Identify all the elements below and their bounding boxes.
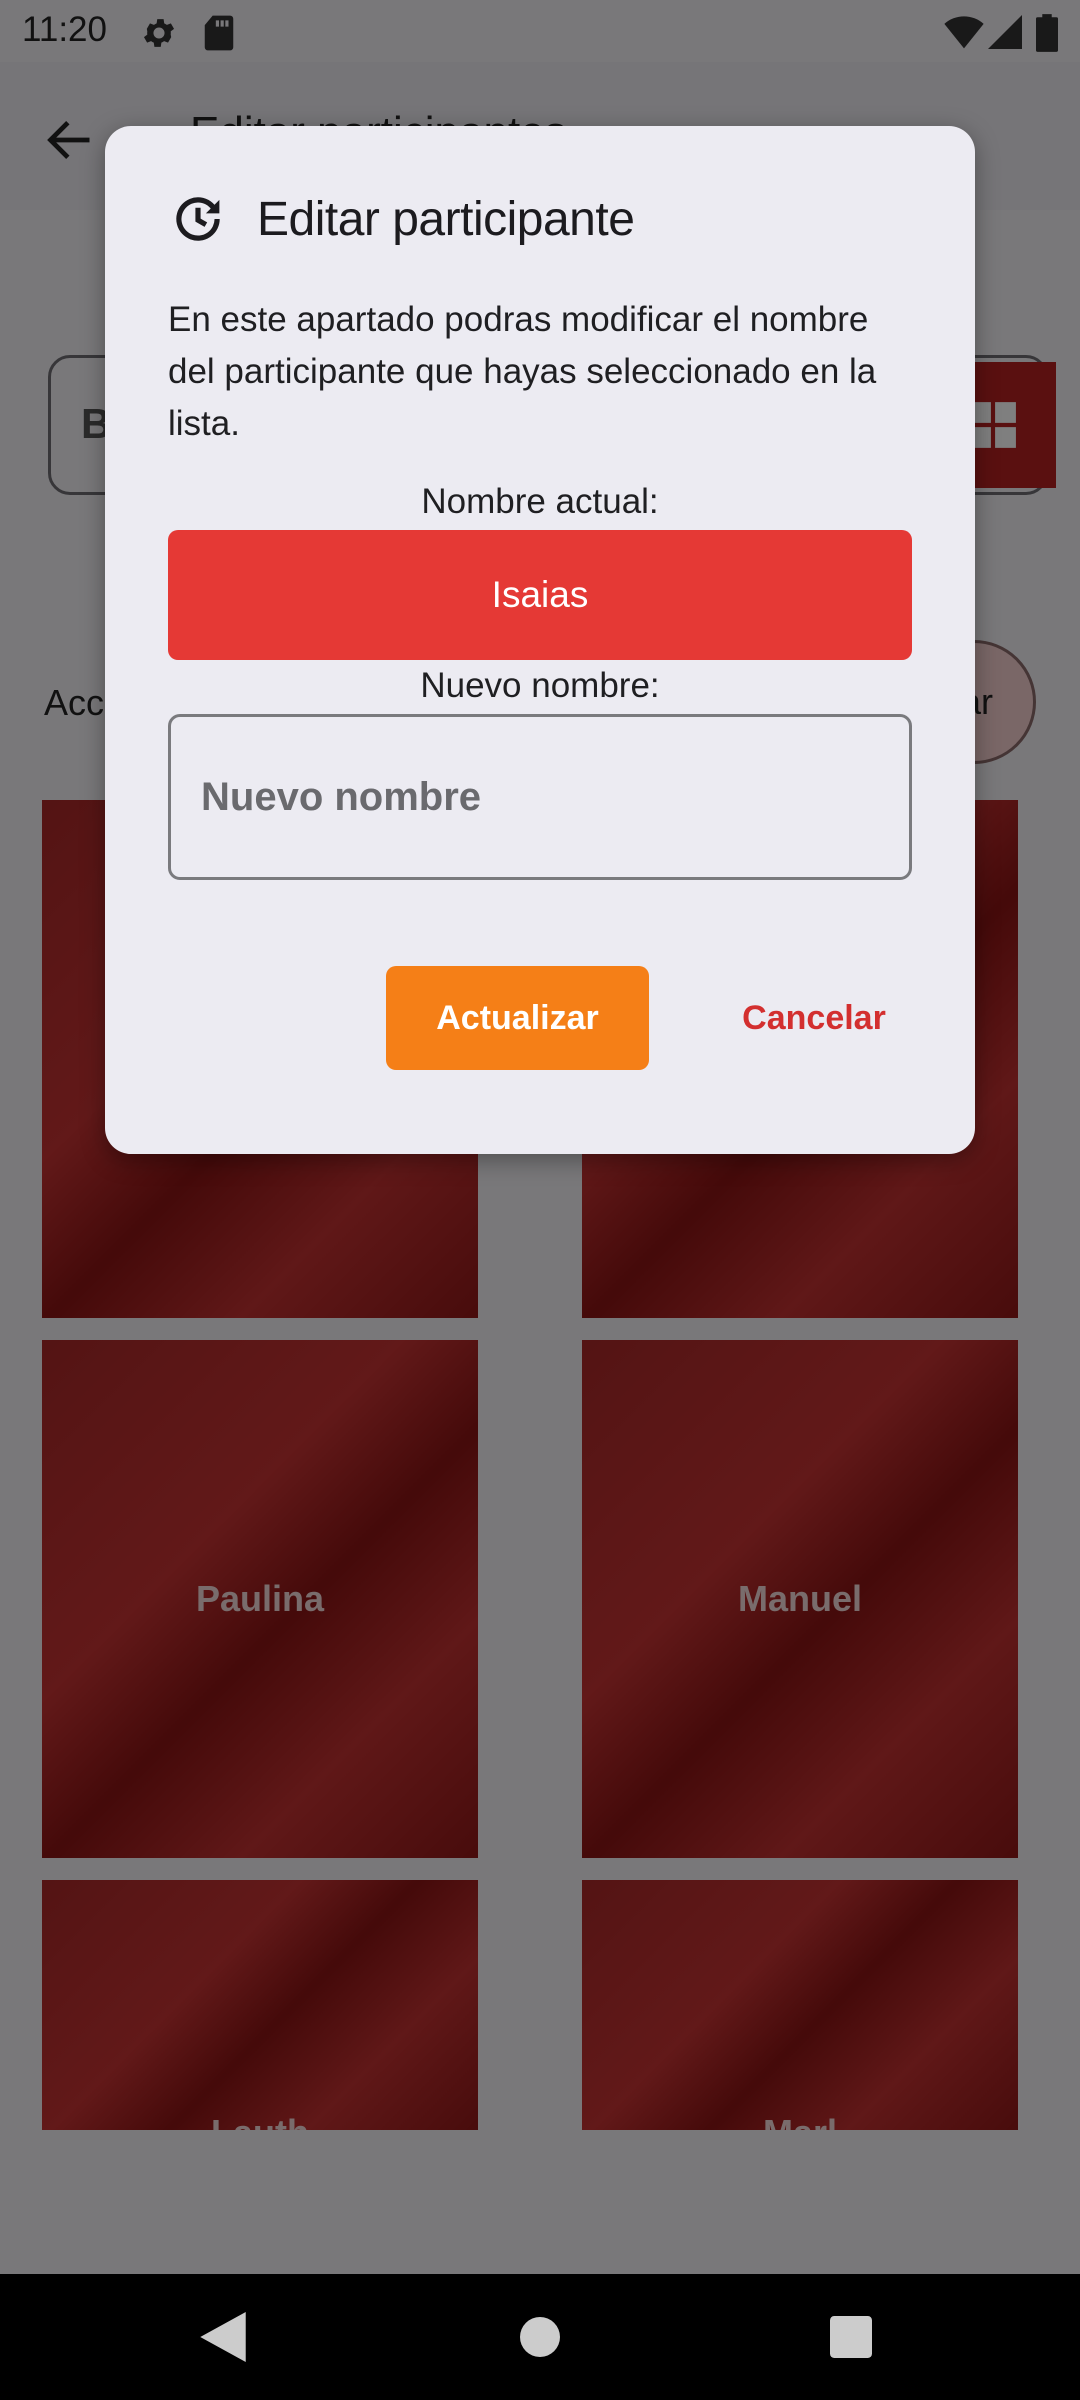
dialog-description: En este apartado podras modificar el nom… [168,300,877,443]
new-name-input[interactable] [168,714,912,880]
current-name-box: Isaias [168,530,912,660]
update-button[interactable]: Actualizar [386,966,649,1070]
current-name-label: Nombre actual: [421,482,659,521]
navigation-bar [0,2274,1080,2400]
edit-participant-dialog: Editar participante En este apartado pod… [105,126,975,1154]
dialog-title: Editar participante [257,193,635,246]
nav-recents-icon[interactable] [830,2312,872,2362]
nav-back-icon[interactable] [200,2312,246,2362]
history-icon [176,197,220,241]
new-name-label: Nuevo nombre: [420,666,660,705]
current-name-value: Isaias [491,574,589,615]
cancel-button[interactable]: Cancelar [699,966,929,1070]
nav-home-icon[interactable] [520,2312,560,2362]
